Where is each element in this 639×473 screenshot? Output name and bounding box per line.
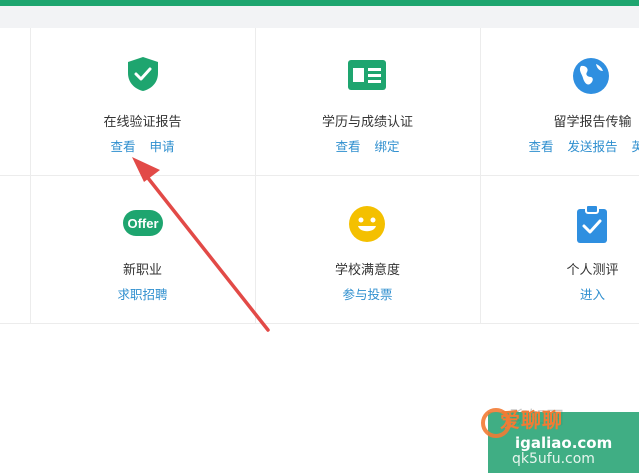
- service-grid: 在线验证报告 查看申请 学历与成绩认证 查看绑定 留学报告传输 查看发送报告英文: [0, 28, 639, 324]
- shield-check-icon: [128, 57, 158, 91]
- service-online-verification: 在线验证报告 查看 申请: [30, 28, 255, 175]
- service-links: 参与投票: [255, 284, 480, 303]
- service-personal-assessment: 个人测评 进入: [480, 175, 639, 323]
- service-links: 查看 绑定: [255, 136, 480, 155]
- enter-link[interactable]: 进入: [580, 287, 605, 302]
- service-links: 求职招聘: [30, 284, 255, 303]
- service-links: 查看发送报告英文: [480, 136, 639, 155]
- header-band: [0, 6, 639, 28]
- view-link[interactable]: 查看: [110, 139, 135, 154]
- service-school-satisfaction: 学校满意度 参与投票: [255, 175, 480, 323]
- service-study-abroad-report: 留学报告传输 查看发送报告英文: [480, 28, 639, 175]
- bind-link[interactable]: 绑定: [375, 139, 400, 154]
- service-title: 个人测评: [566, 263, 619, 278]
- id-card-icon: [348, 60, 386, 90]
- view-link[interactable]: 查看: [335, 139, 360, 154]
- grid-divider: [0, 323, 639, 324]
- service-degree-certification: 学历与成绩认证 查看 绑定: [255, 28, 480, 175]
- job-search-link[interactable]: 求职招聘: [117, 287, 167, 302]
- service-new-career: Offer 新职业 求职招聘: [30, 175, 255, 323]
- english-link[interactable]: 英文: [632, 139, 639, 154]
- globe-icon: [573, 58, 609, 94]
- watermark-url-secondary: qk5ufu.com: [512, 451, 595, 467]
- service-links: 进入: [480, 284, 639, 303]
- offer-badge-text: Offer: [127, 216, 158, 231]
- watermark-text: 爱聊聊: [500, 408, 563, 432]
- watermark-url: igaliao.com: [515, 434, 613, 452]
- offer-badge-icon: Offer: [123, 210, 163, 236]
- apply-link[interactable]: 申请: [150, 139, 175, 154]
- service-links: 查看 申请: [30, 136, 255, 155]
- clipboard-check-icon: [577, 204, 607, 243]
- smiley-icon: [349, 206, 385, 242]
- service-title: 留学报告传输: [553, 115, 632, 130]
- service-title: 新职业: [122, 263, 162, 278]
- service-title: 学历与成绩认证: [321, 115, 413, 130]
- service-title: 学校满意度: [334, 263, 400, 278]
- send-report-link[interactable]: 发送报告: [567, 139, 617, 154]
- vote-link[interactable]: 参与投票: [342, 287, 392, 302]
- service-title: 在线验证报告: [103, 115, 182, 130]
- view-link[interactable]: 查看: [528, 139, 553, 154]
